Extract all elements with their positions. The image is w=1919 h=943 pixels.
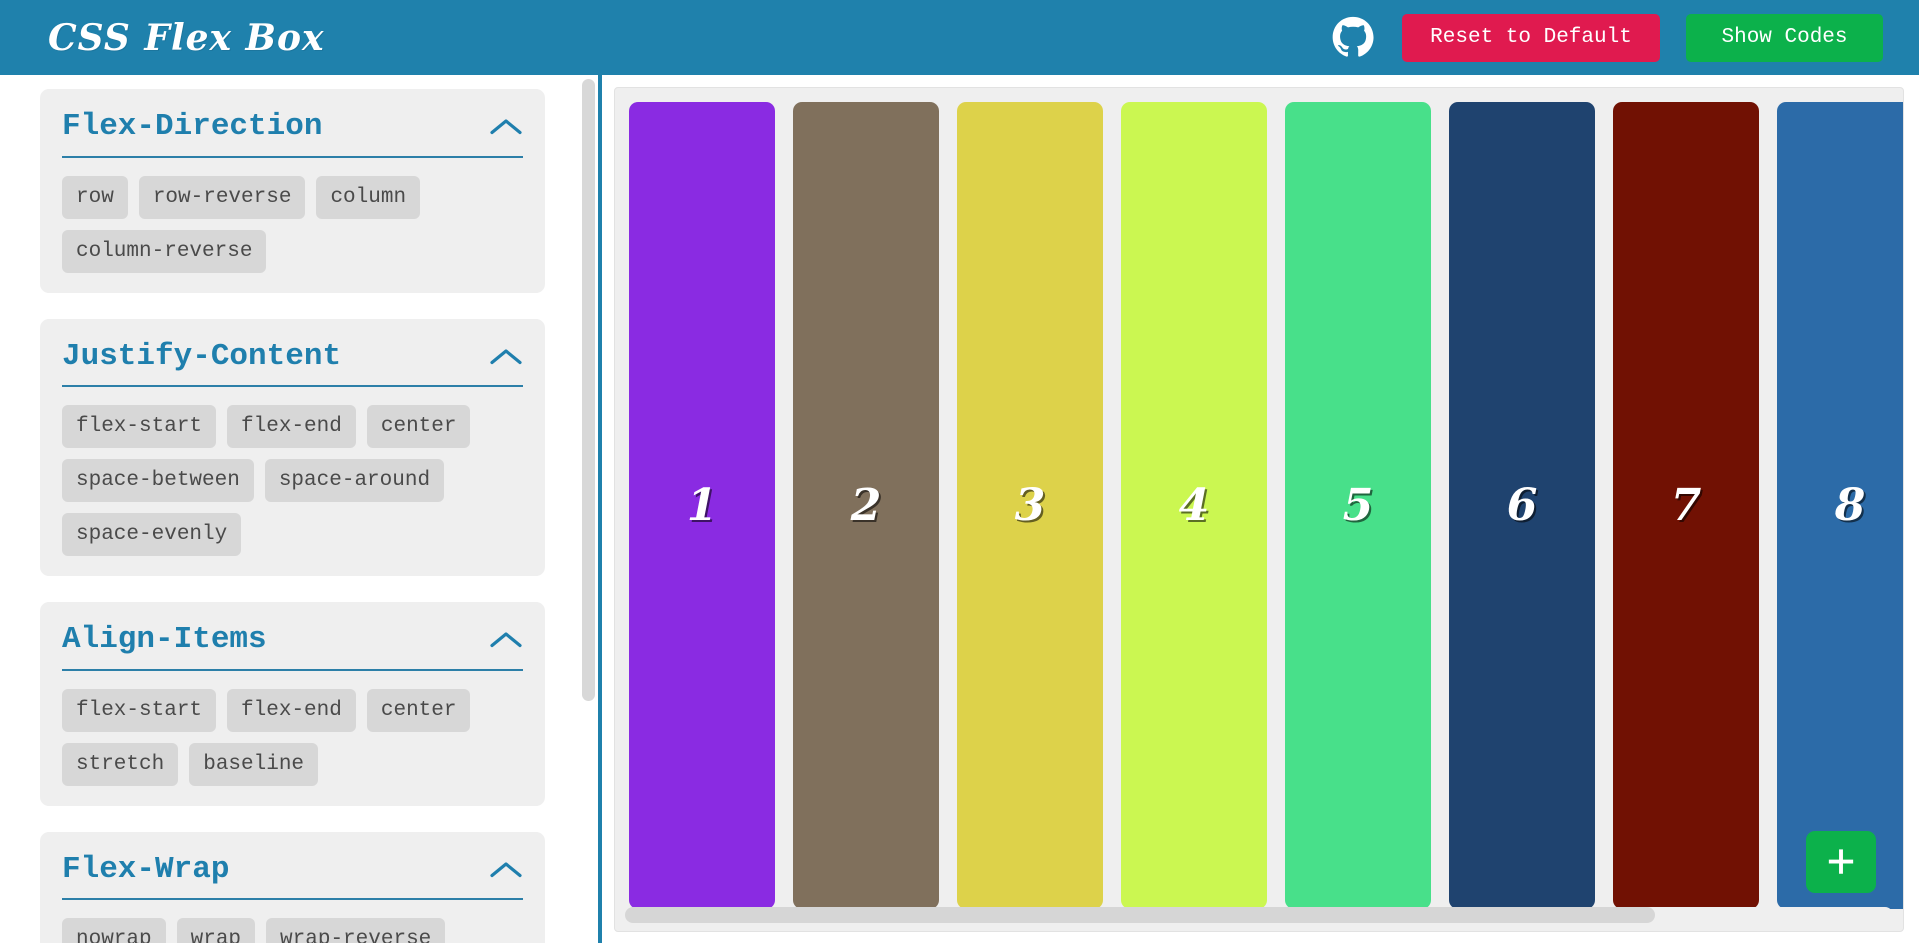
chevron-up-icon[interactable]: [489, 116, 523, 138]
panel-divider: [62, 155, 523, 158]
show-codes-button[interactable]: Show Codes: [1686, 13, 1883, 62]
panel-header[interactable]: Flex-Wrap: [62, 848, 523, 899]
option-stretch[interactable]: stretch: [62, 742, 179, 786]
panel-header[interactable]: Flex-Direction: [62, 105, 523, 156]
flex-item[interactable]: 4: [1121, 102, 1267, 909]
option-row-reverse[interactable]: row-reverse: [138, 175, 306, 219]
option-flex-start[interactable]: flex-start: [62, 688, 217, 732]
panel-justify-content: Justify-Content flex-start flex-end center s…: [40, 318, 545, 577]
flex-item[interactable]: 8: [1777, 102, 1903, 909]
chevron-up-icon[interactable]: [489, 629, 523, 651]
panel-align-items: Align-Items flex-start flex-end center stret…: [40, 602, 545, 806]
panel-header[interactable]: Justify-Content: [62, 335, 523, 386]
option-flex-end[interactable]: flex-end: [227, 688, 356, 732]
panel-divider: [62, 898, 523, 901]
flex-container-stage: 12345678: [614, 87, 1904, 932]
panel-divider: [62, 385, 523, 388]
option-list: flex-start flex-end center stretch baseline: [62, 688, 523, 786]
option-flex-end[interactable]: flex-end: [227, 405, 356, 449]
panel-flex-wrap: Flex-Wrap nowrap wrap wrap-reverse: [40, 831, 545, 943]
option-column[interactable]: column: [316, 175, 421, 219]
flex-item[interactable]: 6: [1449, 102, 1595, 909]
flex-item[interactable]: 3: [957, 102, 1103, 909]
controls-sidebar: Flex-Direction row row-reverse column column…: [0, 75, 592, 943]
option-nowrap[interactable]: nowrap: [62, 918, 166, 943]
panel-header[interactable]: Align-Items: [62, 618, 523, 669]
preview-scrollbar-thumb[interactable]: [625, 907, 1655, 923]
reset-to-default-button[interactable]: Reset to Default: [1402, 13, 1660, 62]
add-item-button[interactable]: [1806, 831, 1876, 893]
header-actions: Reset to Default Show Codes: [1330, 13, 1883, 62]
option-space-around[interactable]: space-around: [264, 459, 445, 503]
panel-flex-direction: Flex-Direction row row-reverse column column…: [40, 89, 545, 293]
panel-title: Flex-Wrap: [62, 851, 230, 887]
flex-item[interactable]: 5: [1285, 102, 1431, 909]
app-header: CSS Flex Box Reset to Default Show Codes: [0, 0, 1919, 75]
option-space-between[interactable]: space-between: [62, 459, 254, 503]
flex-item[interactable]: 1: [629, 102, 775, 909]
option-space-evenly[interactable]: space-evenly: [62, 513, 242, 557]
plus-icon: [1828, 849, 1854, 874]
option-list: nowrap wrap wrap-reverse: [62, 918, 523, 943]
sidebar-scrollbar-thumb[interactable]: [582, 79, 595, 701]
panel-list: Flex-Direction row row-reverse column column…: [0, 89, 560, 943]
panel-title: Align-Items: [62, 622, 267, 658]
panel-divider: [62, 668, 523, 671]
option-center[interactable]: center: [366, 688, 471, 732]
chevron-up-icon[interactable]: [489, 859, 523, 881]
option-center[interactable]: center: [366, 405, 471, 449]
chevron-up-icon[interactable]: [489, 346, 523, 368]
option-wrap-reverse[interactable]: wrap-reverse: [266, 918, 446, 943]
option-row[interactable]: row: [62, 175, 128, 219]
app-title: CSS Flex Box: [48, 16, 325, 59]
option-flex-start[interactable]: flex-start: [62, 405, 217, 449]
option-column-reverse[interactable]: column-reverse: [62, 229, 267, 273]
flex-item[interactable]: 7: [1613, 102, 1759, 909]
option-baseline[interactable]: baseline: [189, 742, 319, 786]
option-list: row row-reverse column column-reverse: [62, 175, 523, 273]
option-list: flex-start flex-end center space-between spa…: [62, 405, 523, 557]
option-wrap[interactable]: wrap: [176, 918, 256, 943]
github-icon[interactable]: [1330, 15, 1376, 61]
flex-container: 12345678: [629, 102, 1903, 909]
preview-panel: 12345678: [602, 75, 1919, 943]
body-area: Flex-Direction row row-reverse column column…: [0, 75, 1919, 943]
panel-title: Justify-Content: [62, 338, 342, 374]
panel-title: Flex-Direction: [62, 109, 323, 144]
flex-item[interactable]: 2: [793, 102, 939, 909]
